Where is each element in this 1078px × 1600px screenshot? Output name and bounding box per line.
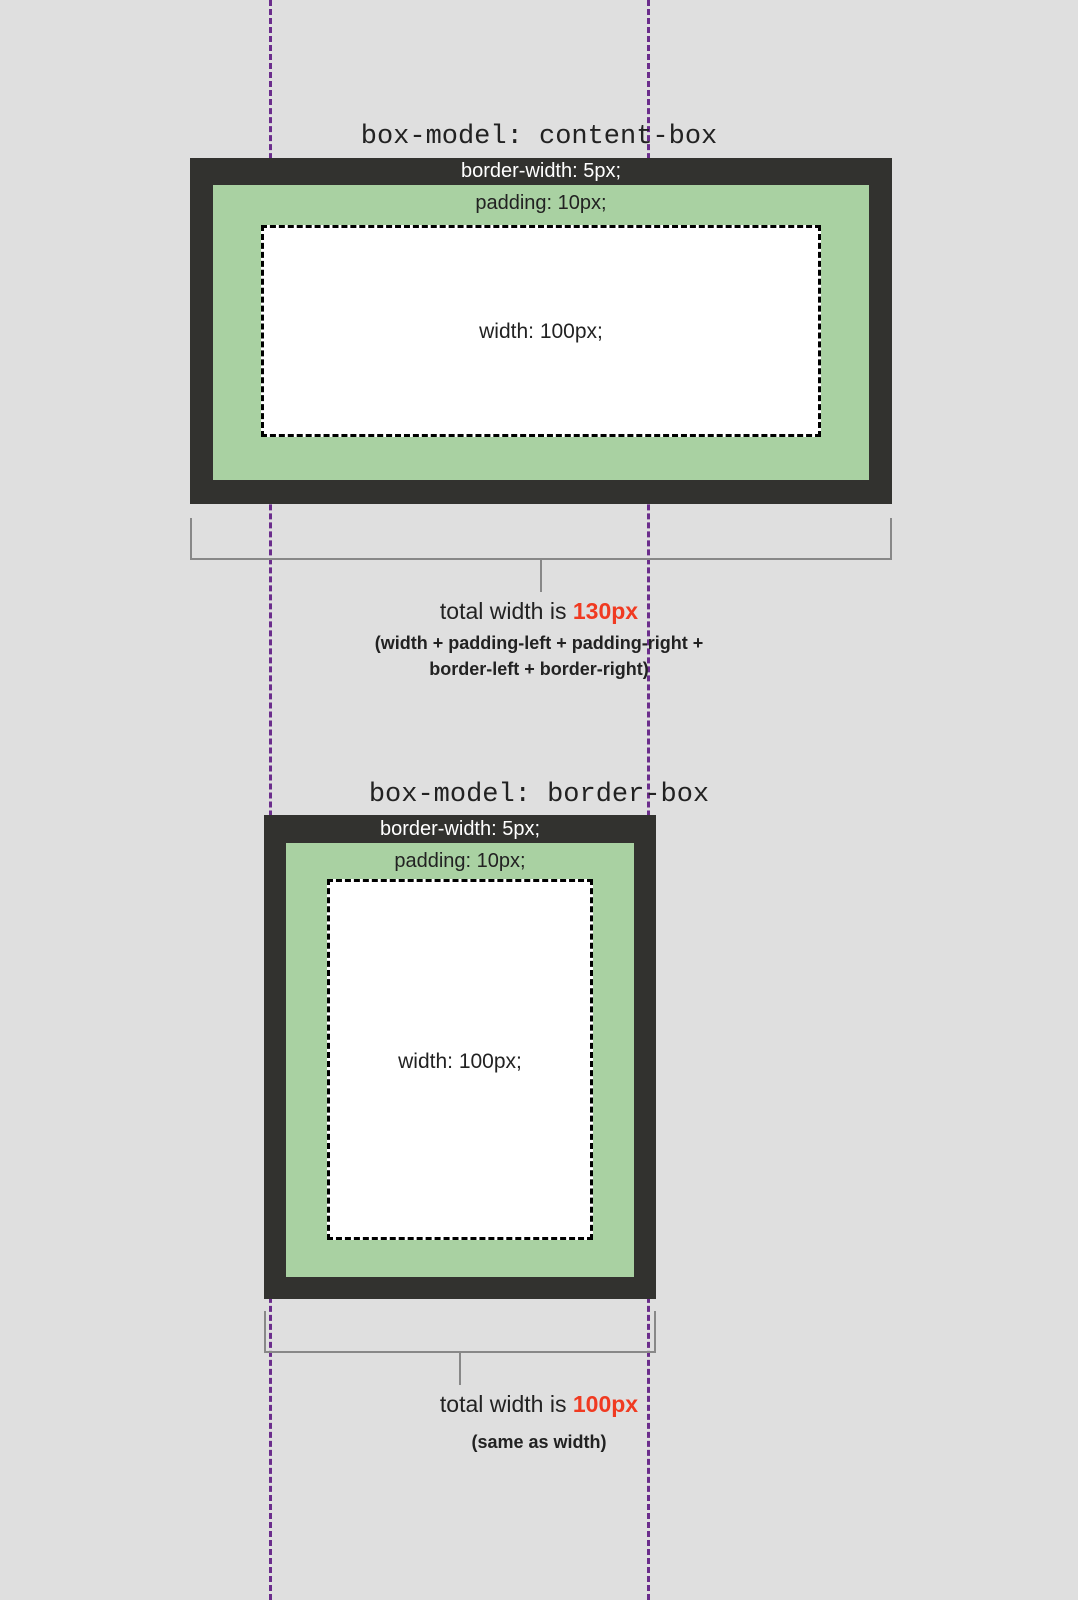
- content-box-padding-label: padding: 10px;: [213, 192, 869, 215]
- content-box-border-label: border-width: 5px;: [190, 160, 892, 183]
- total-width-prefix: total width is: [440, 1391, 573, 1417]
- title-border-box: box-model: border-box: [0, 780, 1078, 810]
- border-box-width-bracket: [264, 1311, 656, 1353]
- border-box-width-label: width: 100px;: [327, 1050, 593, 1074]
- content-box-width-bracket: [190, 518, 892, 560]
- content-box-width-label: width: 100px;: [261, 320, 821, 344]
- border-box-formula: (same as width): [0, 1432, 1078, 1453]
- border-box-padding-label: padding: 10px;: [286, 850, 634, 873]
- content-box-formula: (width + padding-left + padding-right + …: [0, 630, 1078, 682]
- border-box-bracket-stem: [459, 1353, 461, 1385]
- border-box-border-label: border-width: 5px;: [264, 818, 656, 841]
- title-content-box: box-model: content-box: [0, 122, 1078, 152]
- border-box-total-width: total width is 100px: [0, 1391, 1078, 1418]
- total-width-value: 130px: [573, 598, 638, 624]
- total-width-value: 100px: [573, 1391, 638, 1417]
- formula-line1: (width + padding-left + padding-right +: [375, 633, 703, 653]
- total-width-prefix: total width is: [440, 598, 573, 624]
- formula-line2: border-left + border-right): [429, 659, 649, 679]
- content-box-bracket-stem: [540, 560, 542, 592]
- content-box-total-width: total width is 130px: [0, 598, 1078, 625]
